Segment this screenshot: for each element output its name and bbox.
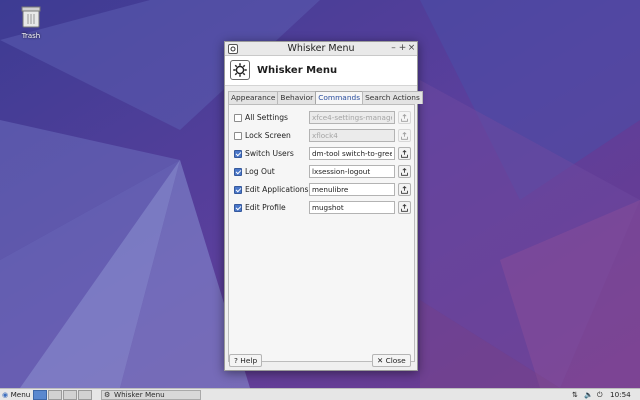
header-title: Whisker Menu xyxy=(257,65,338,76)
command-row-log-out: Log Out xyxy=(229,165,414,179)
edit-profile-browse-icon[interactable] xyxy=(398,201,411,214)
edit-applications-command-field[interactable] xyxy=(309,183,395,196)
all-settings-checkbox[interactable] xyxy=(234,114,242,122)
command-row-lock-screen: Lock Screen xyxy=(229,129,414,143)
command-row-edit-applications: Edit Applications xyxy=(229,183,414,197)
clock[interactable]: 10:54 xyxy=(610,390,631,400)
switch-users-checkbox[interactable] xyxy=(234,150,242,158)
power-icon[interactable]: ⏻ xyxy=(597,390,603,400)
menu-button-label: Menu xyxy=(10,390,31,399)
command-row-edit-profile: Edit Profile xyxy=(229,201,414,215)
tab-commands[interactable]: Commands xyxy=(315,91,364,104)
menu-button[interactable]: ◉ Menu xyxy=(2,390,30,400)
menu-logo-icon: ◉ xyxy=(2,390,9,399)
settings-tabs: Appearance Behavior Commands Search Acti… xyxy=(228,91,423,104)
edit-profile-label: Edit Profile xyxy=(245,203,286,212)
log-out-label: Log Out xyxy=(245,167,275,176)
switch-users-command-field[interactable] xyxy=(309,147,395,160)
workspace-4[interactable] xyxy=(78,390,92,400)
help-icon: ? xyxy=(234,356,238,365)
whisker-menu-icon xyxy=(230,60,250,80)
task-whisker-menu[interactable]: ⚙ Whisker Menu xyxy=(101,390,201,400)
volume-icon[interactable]: 🔈 xyxy=(584,390,593,400)
all-settings-command-field[interactable] xyxy=(309,111,395,124)
command-row-switch-users: Switch Users xyxy=(229,147,414,161)
edit-applications-label: Edit Applications xyxy=(245,185,309,194)
workspace-1[interactable] xyxy=(33,390,47,400)
lock-screen-checkbox[interactable] xyxy=(234,132,242,140)
tab-behavior[interactable]: Behavior xyxy=(277,91,317,104)
close-button[interactable]: ✕ Close xyxy=(372,354,411,367)
title-bar[interactable]: Whisker Menu – + × xyxy=(225,42,417,56)
minimize-button[interactable]: – xyxy=(389,43,398,54)
trash-label: Trash xyxy=(21,32,41,40)
workspace-2[interactable] xyxy=(48,390,62,400)
help-button[interactable]: ? Help xyxy=(229,354,263,367)
tab-search-actions[interactable]: Search Actions xyxy=(362,91,423,104)
log-out-checkbox[interactable] xyxy=(234,168,242,176)
all-settings-browse-icon[interactable] xyxy=(398,111,411,124)
edit-profile-checkbox[interactable] xyxy=(234,204,242,212)
desktop-trash[interactable]: Trash xyxy=(14,6,48,40)
edit-applications-checkbox[interactable] xyxy=(234,186,242,194)
lock-screen-command-field[interactable] xyxy=(309,129,395,142)
close-icon: ✕ xyxy=(377,356,384,365)
log-out-command-field[interactable] xyxy=(309,165,395,178)
task-label: Whisker Menu xyxy=(114,390,165,399)
switch-users-label: Switch Users xyxy=(245,149,294,158)
whisker-menu-settings-window: Whisker Menu – + × Whisker Menu Appearan… xyxy=(224,41,423,371)
workspace-3[interactable] xyxy=(63,390,77,400)
trash-icon xyxy=(21,6,41,28)
maximize-button[interactable]: + xyxy=(398,43,407,54)
all-settings-label: All Settings xyxy=(245,113,288,122)
lock-screen-label: Lock Screen xyxy=(245,131,291,140)
help-button-label: Help xyxy=(240,356,258,365)
taskbar: ◉ Menu ⚙ Whisker Menu ⇅ 🔈 ⏻ 10:54 xyxy=(0,388,640,400)
close-button-label: Close xyxy=(385,356,406,365)
task-app-icon: ⚙ xyxy=(104,390,111,399)
log-out-browse-icon[interactable] xyxy=(398,165,411,178)
edit-applications-browse-icon[interactable] xyxy=(398,183,411,196)
dialog-header: Whisker Menu xyxy=(225,56,417,86)
commands-panel: All Settings Lock Screen Switch Users xyxy=(228,104,415,362)
command-row-all-settings: All Settings xyxy=(229,111,414,125)
edit-profile-command-field[interactable] xyxy=(309,201,395,214)
network-icon[interactable]: ⇅ xyxy=(572,390,578,400)
close-window-button[interactable]: × xyxy=(407,43,416,54)
lock-screen-browse-icon[interactable] xyxy=(398,129,411,142)
tab-appearance[interactable]: Appearance xyxy=(228,91,279,104)
switch-users-browse-icon[interactable] xyxy=(398,147,411,160)
